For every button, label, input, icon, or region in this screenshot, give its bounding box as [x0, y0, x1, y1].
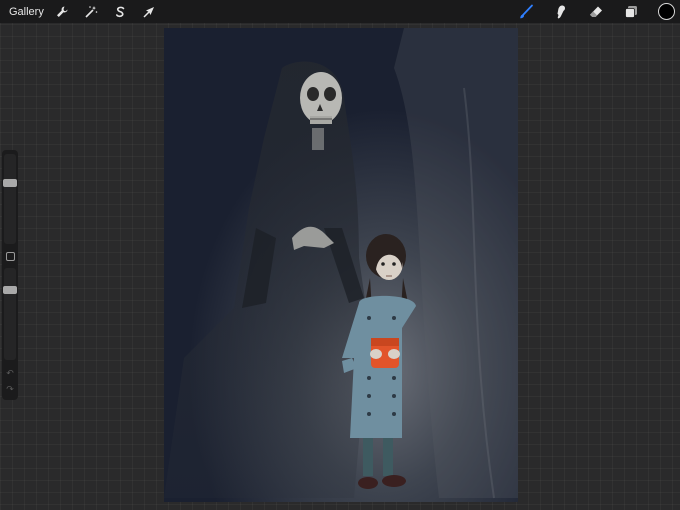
modify-button[interactable] — [6, 252, 15, 261]
brush-icon[interactable] — [517, 3, 535, 21]
smudge-icon[interactable] — [552, 3, 570, 21]
layers-icon[interactable] — [622, 3, 640, 21]
undo-icon[interactable]: ↶ — [5, 368, 15, 378]
gallery-button[interactable]: Gallery — [9, 6, 44, 18]
transform-arrow-icon[interactable] — [141, 4, 157, 20]
eraser-icon[interactable] — [587, 3, 605, 21]
wrench-icon[interactable] — [54, 4, 70, 20]
brush-size-slider[interactable] — [3, 154, 17, 244]
brush-size-handle[interactable] — [3, 179, 17, 187]
magic-wand-icon[interactable] — [83, 4, 99, 20]
top-toolbar: Gallery — [0, 0, 680, 23]
left-sidebar: ↶ ↷ — [2, 150, 18, 400]
drawing-canvas[interactable] — [164, 28, 518, 502]
color-swatch[interactable] — [658, 3, 675, 20]
selection-s-icon[interactable] — [112, 4, 128, 20]
redo-icon[interactable]: ↷ — [5, 384, 15, 394]
tool-group — [500, 0, 680, 23]
opacity-handle[interactable] — [3, 286, 17, 294]
opacity-slider[interactable] — [3, 268, 17, 360]
artwork — [164, 28, 518, 502]
